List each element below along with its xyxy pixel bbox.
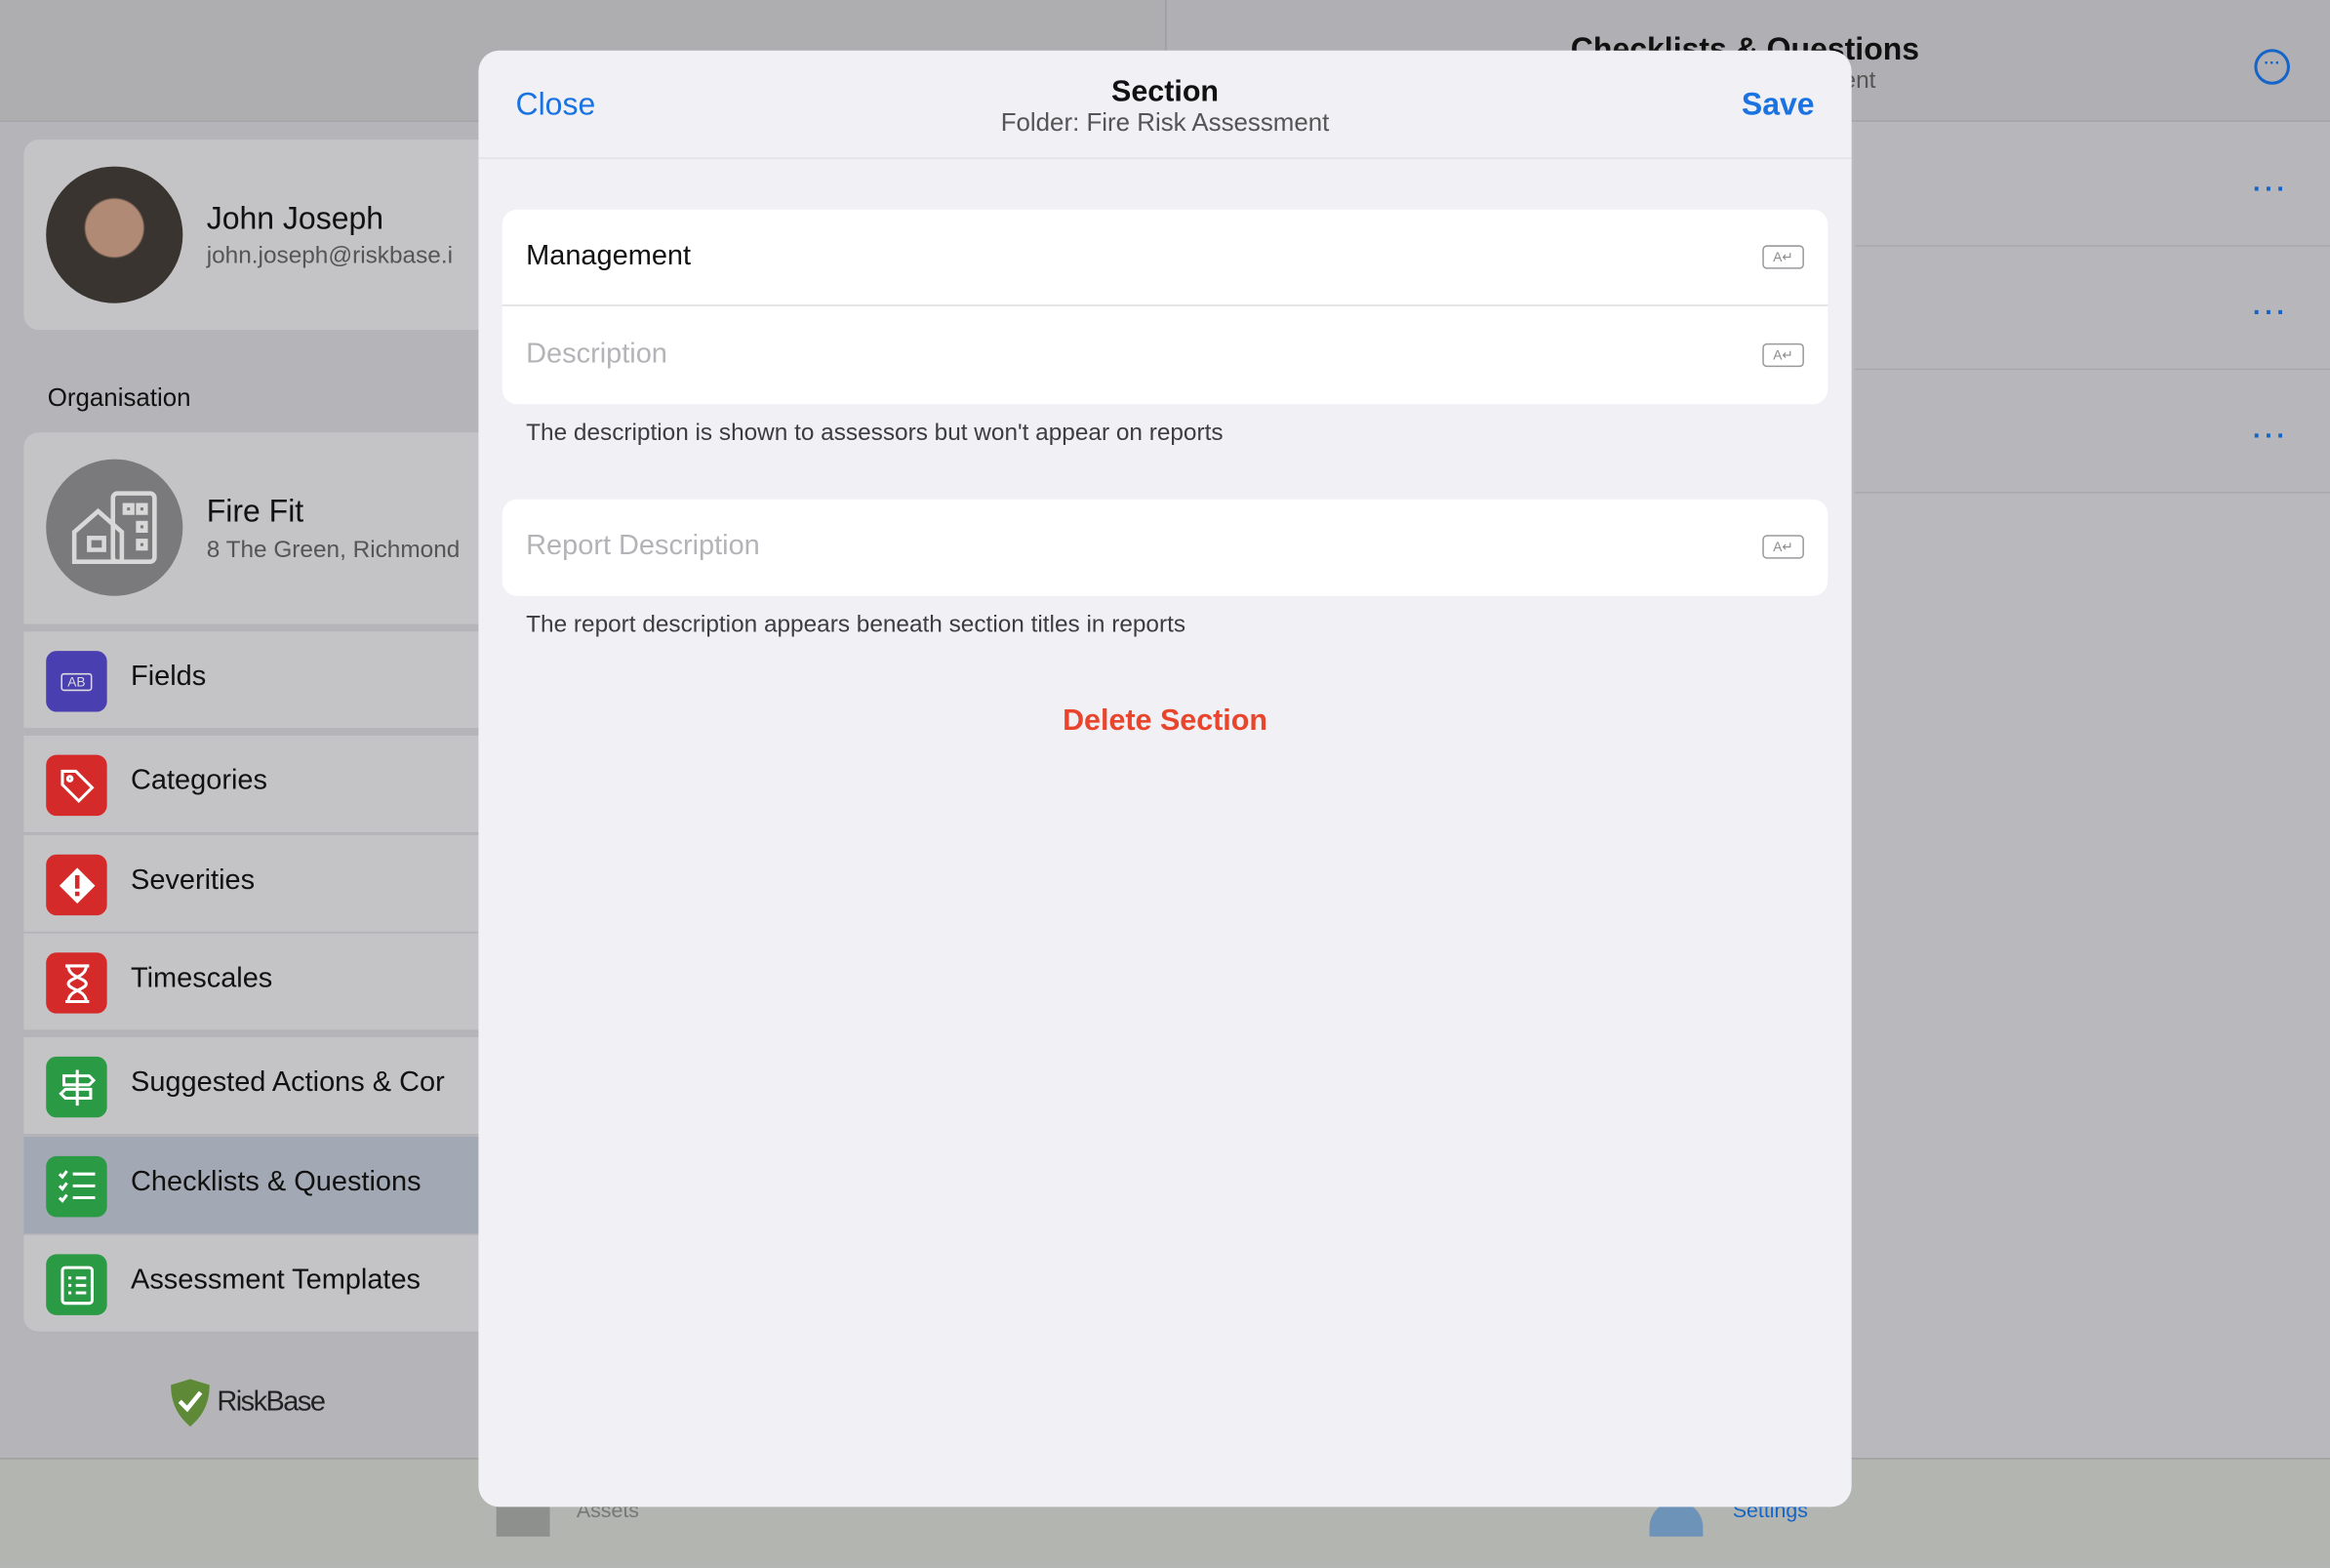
- fields-icon: AB: [46, 651, 107, 712]
- sidebar-item-label: Suggested Actions & Cor: [131, 1066, 445, 1099]
- organisation-name: Fire Fit: [206, 495, 304, 530]
- sidebar-item-checklists[interactable]: Checklists & Questions: [23, 1137, 500, 1235]
- list-row[interactable]: ···: [1854, 123, 2330, 247]
- report-description-placeholder: Report Description: [526, 530, 760, 562]
- more-icon[interactable]: ···: [2253, 174, 2289, 205]
- sidebar-item-fields[interactable]: AB Fields: [23, 631, 500, 730]
- profile-email: john.joseph@riskbase.i: [206, 243, 454, 269]
- avatar: [46, 166, 183, 303]
- sidebar-item-severities[interactable]: Severities: [23, 834, 500, 934]
- more-icon[interactable]: ···: [2253, 421, 2289, 452]
- keyboard-return-icon: A↵: [1762, 245, 1804, 269]
- signpost-icon: [46, 1056, 107, 1118]
- keyboard-return-icon: A↵: [1762, 342, 1804, 368]
- profile-card[interactable]: John Joseph john.joseph@riskbase.i: [23, 140, 500, 331]
- sidebar-item-suggested-actions[interactable]: Suggested Actions & Cor: [23, 1037, 500, 1136]
- description-note: The description is shown to assessors bu…: [526, 421, 1224, 446]
- organisation-address: 8 The Green, Richmond: [206, 538, 461, 564]
- warning-diamond-icon: [46, 854, 107, 916]
- template-icon: [46, 1254, 107, 1315]
- report-fields-group: Report Description A↵: [502, 499, 1828, 596]
- sidebar-item-timescales[interactable]: Timescales: [23, 933, 500, 1031]
- tag-icon: [46, 754, 107, 817]
- ellipsis-circle-icon[interactable]: ···: [2254, 49, 2290, 85]
- section-modal: Close Section Folder: Fire Risk Assessme…: [478, 50, 1852, 1508]
- more-icon[interactable]: ···: [2253, 298, 2289, 329]
- save-button[interactable]: Save: [1742, 88, 1815, 124]
- logo-text: RiskBase: [217, 1386, 326, 1418]
- profile-name: John Joseph: [206, 202, 384, 237]
- riskbase-logo: RiskBase: [168, 1379, 326, 1427]
- description-input[interactable]: Description A↵: [502, 307, 1828, 404]
- report-description-note: The report description appears beneath s…: [526, 612, 1186, 638]
- sidebar-item-label: Fields: [131, 661, 207, 693]
- organisation-heading: Organisation: [47, 382, 191, 412]
- delete-section-button[interactable]: Delete Section: [478, 704, 1851, 739]
- section-fields-group: Management A↵ Description A↵: [502, 209, 1828, 405]
- checklist-icon: [46, 1155, 107, 1218]
- sidebar-item-label: Checklists & Questions: [131, 1166, 422, 1198]
- list-row[interactable]: ···: [1854, 370, 2330, 494]
- hourglass-icon: [46, 952, 107, 1014]
- organisation-card[interactable]: Fire Fit 8 The Green, Richmond: [23, 432, 500, 624]
- building-icon: [46, 459, 183, 596]
- section-name-value: Management: [526, 240, 692, 272]
- modal-header: Close Section Folder: Fire Risk Assessme…: [478, 51, 1852, 159]
- modal-subtitle: Folder: Fire Risk Assessment: [1000, 108, 1330, 138]
- description-placeholder: Description: [526, 339, 667, 371]
- report-description-input[interactable]: Report Description A↵: [502, 500, 1828, 596]
- sidebar-item-label: Timescales: [131, 962, 273, 994]
- sidebar-item-label: Assessment Templates: [131, 1265, 422, 1297]
- modal-title: Section: [1111, 75, 1220, 109]
- sidebar-item-label: Severities: [131, 864, 256, 897]
- sidebar-item-assessment-templates[interactable]: Assessment Templates: [23, 1234, 500, 1334]
- list-row[interactable]: ···: [1854, 246, 2330, 371]
- section-name-input[interactable]: Management A↵: [502, 210, 1828, 306]
- sidebar-item-label: Categories: [131, 765, 267, 797]
- sidebar-item-categories[interactable]: Categories: [23, 735, 500, 834]
- keyboard-return-icon: A↵: [1762, 535, 1804, 559]
